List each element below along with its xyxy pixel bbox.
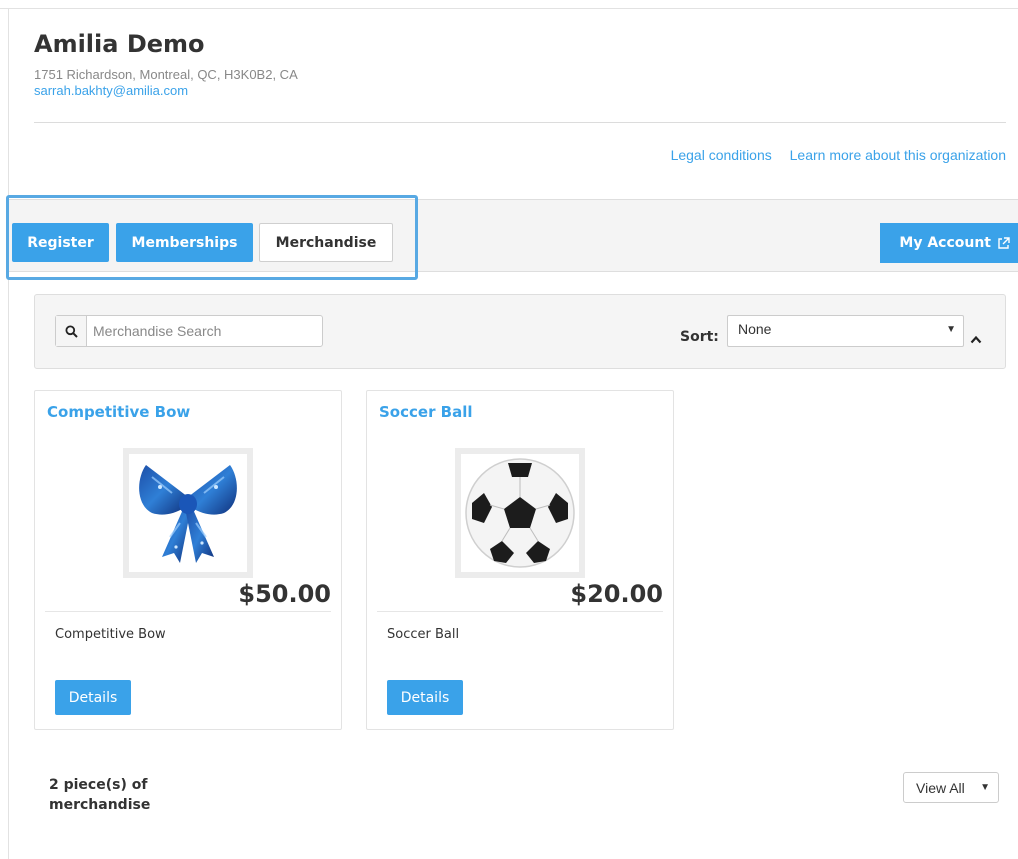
product-image[interactable] [123, 448, 253, 578]
organization-name: Amilia Demo [34, 30, 205, 58]
external-link-icon [997, 236, 1010, 250]
merchandise-count: 2 piece(s) of merchandise [49, 777, 151, 813]
card-divider [45, 611, 331, 612]
cheer-bow-image [139, 465, 237, 563]
product-title-link[interactable]: Soccer Ball [379, 403, 473, 421]
sort-select[interactable]: None ▼ [727, 315, 964, 347]
organization-email-link[interactable]: sarrah.bakhty@amilia.com [34, 83, 188, 98]
tabs-highlight-box [6, 195, 418, 280]
view-all-selected-value: View All [916, 779, 965, 796]
soccer-ball-image [465, 458, 575, 568]
product-description: Soccer Ball [387, 627, 460, 642]
product-title-link[interactable]: Competitive Bow [47, 403, 190, 421]
merchandise-search-input[interactable] [87, 316, 322, 346]
details-button[interactable]: Details [55, 680, 131, 715]
my-account-label: My Account [899, 235, 991, 251]
card-divider [377, 611, 663, 612]
dropdown-caret-icon: ▼ [946, 324, 956, 335]
organization-links: Legal conditions Learn more about this o… [657, 147, 1006, 163]
learn-more-link[interactable]: Learn more about this organization [790, 147, 1006, 163]
search-group [55, 315, 323, 347]
product-price: $50.00 [238, 580, 331, 608]
header-divider [34, 122, 1006, 123]
my-account-button[interactable]: My Account [880, 223, 1018, 263]
collapse-chevron-up-icon[interactable] [970, 331, 982, 349]
dropdown-caret-icon: ▼ [980, 782, 990, 793]
product-card: Competitive Bow $50.00 Competitive Bow D… [34, 390, 342, 730]
top-frame [0, 0, 1018, 9]
sort-selected-value: None [738, 321, 772, 337]
product-card: Soccer Ball $20.00 Soccer Ball Details [366, 390, 674, 730]
left-frame [8, 8, 9, 859]
product-description: Competitive Bow [55, 627, 166, 642]
sort-label: Sort: [680, 329, 719, 345]
details-button[interactable]: Details [387, 680, 463, 715]
legal-conditions-link[interactable]: Legal conditions [671, 147, 772, 163]
search-icon[interactable] [56, 316, 87, 346]
product-price: $20.00 [570, 580, 663, 608]
organization-address: 1751 Richardson, Montreal, QC, H3K0B2, C… [34, 67, 298, 82]
view-all-select[interactable]: View All ▼ [903, 772, 999, 803]
product-image[interactable] [455, 448, 585, 578]
